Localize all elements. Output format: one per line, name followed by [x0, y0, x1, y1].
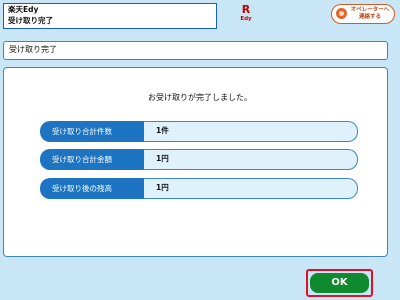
rakuten-edy-logo: R Edy	[233, 4, 259, 28]
logo-mark: R	[241, 3, 251, 16]
row-label: 受け取り後の残高	[40, 178, 144, 199]
row-value: 1件	[144, 121, 358, 142]
row-label: 受け取り合計件数	[40, 121, 144, 142]
logo-sub: Edy	[240, 16, 252, 22]
contact-operator-button[interactable]: オペレーターへ 連絡する	[331, 4, 395, 24]
completion-message: お受け取りが完了しました。	[148, 93, 252, 102]
summary-row-balance: 受け取り後の残高 1円	[40, 178, 358, 199]
ok-button[interactable]: OK	[310, 273, 369, 293]
summary-row-count: 受け取り合計件数 1件	[40, 121, 358, 142]
operator-face-icon	[336, 8, 347, 19]
screen-name: 受け取り完了	[8, 15, 53, 25]
row-value: 1円	[144, 149, 358, 170]
row-value: 1円	[144, 178, 358, 199]
contact-operator-label: オペレーターへ 連絡する	[350, 7, 390, 20]
header-title-box: 楽天Edy 受け取り完了	[3, 3, 217, 29]
summary-row-amount: 受け取り合計金額 1円	[40, 149, 358, 170]
ok-button-highlight: OK	[306, 269, 373, 297]
row-label: 受け取り合計金額	[40, 149, 144, 170]
page-title: 受け取り完了	[3, 41, 388, 60]
brand-name: 楽天Edy	[8, 5, 39, 14]
